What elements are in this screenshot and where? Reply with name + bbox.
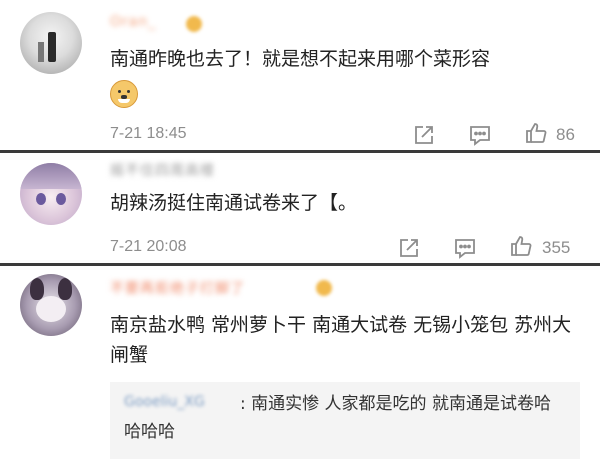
avatar[interactable] — [20, 12, 82, 74]
share-icon[interactable] — [397, 236, 421, 260]
comment-username[interactable]: Oran_ — [110, 14, 156, 34]
doge-emoji-icon — [110, 80, 138, 108]
vip-badge-icon — [316, 280, 332, 296]
comment-icon[interactable] — [453, 236, 477, 260]
avatar[interactable] — [20, 274, 82, 336]
like-count: 86 — [556, 125, 575, 144]
divider — [0, 263, 600, 266]
comment-icon[interactable] — [468, 123, 492, 147]
reply-text: : 南通实惨 人家都是吃的 就南通是试卷哈哈哈哈 — [124, 394, 551, 442]
reply-box[interactable]: Gooeliu_XG : 南通实惨 人家都是吃的 就南通是试卷哈哈哈哈 — [110, 382, 580, 459]
like-count: 355 — [542, 238, 571, 257]
avatar[interactable] — [20, 163, 82, 225]
comment-text: 南京盐水鸭 常州萝卜干 南通大试卷 无锡小笼包 苏州大闸蟹 — [110, 314, 572, 366]
comment-username[interactable]: 摇不住四周高楼 — [110, 160, 215, 180]
like-icon[interactable] — [524, 121, 548, 145]
comment-text: 胡辣汤挺住南通试卷来了【。 — [110, 192, 358, 214]
comment-time: 7-21 18:45 — [110, 125, 187, 142]
share-icon[interactable] — [412, 123, 436, 147]
divider — [0, 150, 600, 153]
like-icon[interactable] — [509, 234, 533, 258]
vip-badge-icon — [186, 16, 202, 32]
comment-username[interactable]: 不要再拒绝子打脚了 — [110, 278, 245, 298]
comment-time: 7-21 20:08 — [110, 238, 187, 255]
comment-text: 南通昨晚也去了！就是想不起来用哪个菜形容 — [110, 48, 491, 70]
comment-item — [0, 0, 600, 150]
